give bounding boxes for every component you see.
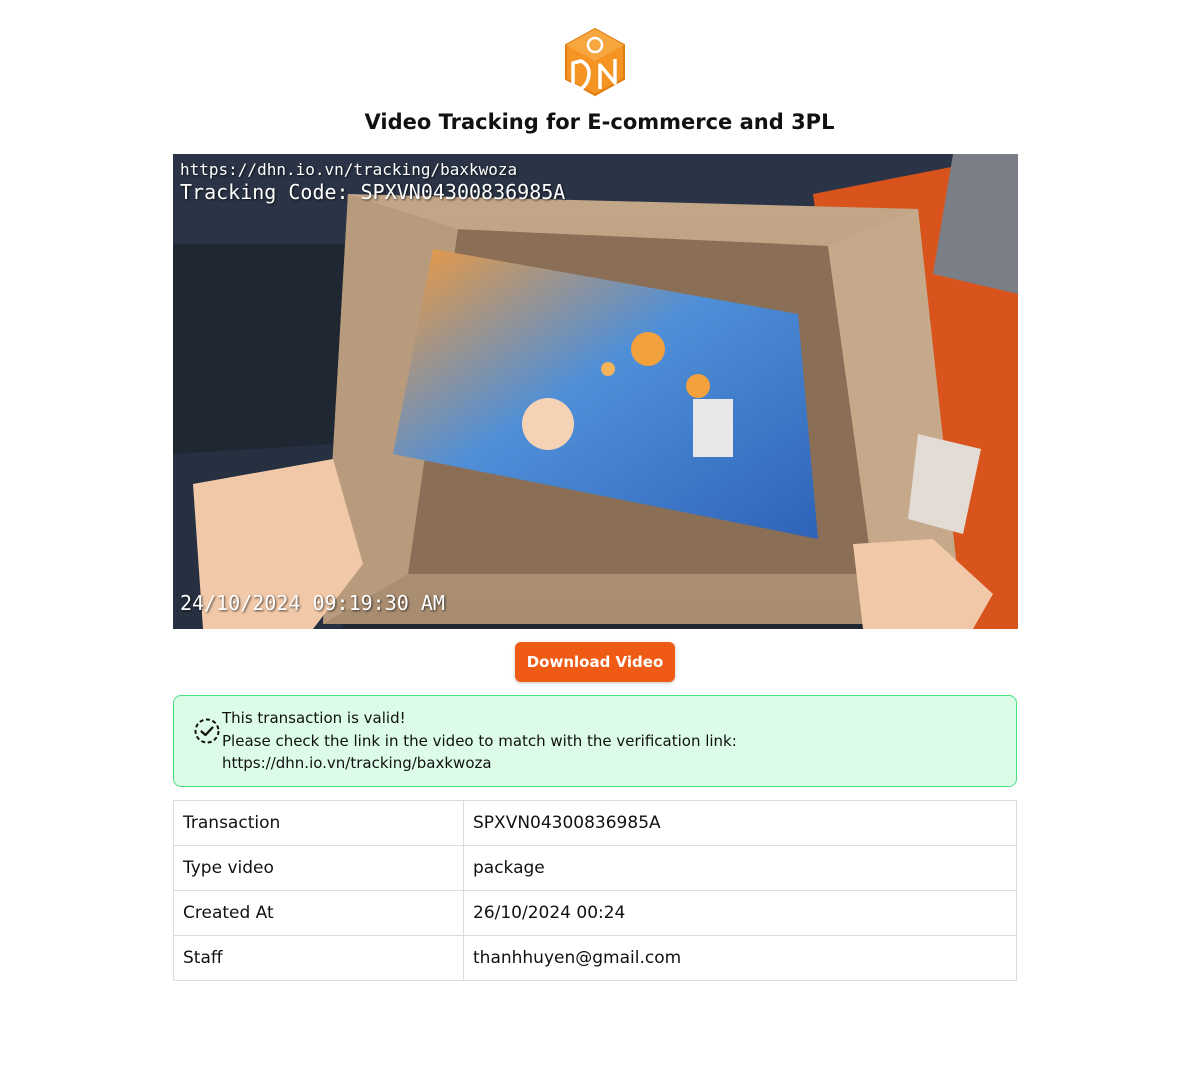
row-value-transaction: SPXVN04300836985A [463,800,1017,846]
dhn-logo-icon [563,27,627,97]
row-value-created-at: 26/10/2024 00:24 [463,890,1017,936]
video-overlay-tracking-code: Tracking Code: SPXVN04300836985A [180,180,566,204]
row-value-type-video: package [463,845,1017,891]
verification-alert: This transaction is valid! Please check … [173,695,1017,787]
tracking-video[interactable]: https://dhn.io.vn/tracking/baxkwoza Trac… [173,154,1018,629]
alert-verification-link[interactable]: https://dhn.io.vn/tracking/baxkwoza [222,752,737,775]
alert-message: Please check the link in the video to ma… [222,731,737,750]
alert-title: This transaction is valid! [222,709,406,727]
video-overlay-url: https://dhn.io.vn/tracking/baxkwoza [180,160,518,179]
row-label-created-at: Created At [173,890,464,936]
table-row: Transaction SPXVN04300836985A [173,800,1017,846]
table-row: Staff thanhhuyen@gmail.com [173,935,1017,981]
row-value-staff: thanhhuyen@gmail.com [463,935,1017,981]
row-label-type-video: Type video [173,845,464,891]
transaction-details-table: Transaction SPXVN04300836985A Type video… [173,800,1017,981]
row-label-staff: Staff [173,935,464,981]
video-overlay-timestamp: 24/10/2024 09:19:30 AM [180,591,445,615]
table-row: Type video package [173,845,1017,891]
download-video-button[interactable]: Download Video [515,642,675,682]
page-title: Video Tracking for E-commerce and 3PL [364,110,835,134]
table-row: Created At 26/10/2024 00:24 [173,890,1017,936]
verified-check-icon [193,717,221,745]
row-label-transaction: Transaction [173,800,464,846]
video-frame-image [173,154,1018,629]
